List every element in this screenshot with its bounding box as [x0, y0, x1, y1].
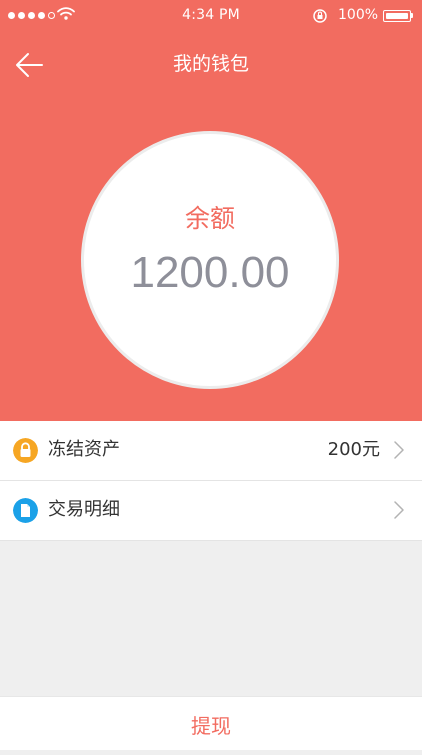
- frozen-assets-value: 200元: [327, 439, 380, 460]
- balance-card: 余额 1200.00: [81, 131, 339, 389]
- chevron-right-icon: [394, 441, 404, 459]
- lock-icon: [13, 438, 38, 463]
- list-item-transaction-details[interactable]: 交易明细: [0, 481, 422, 541]
- balance-label: 余额: [184, 204, 235, 233]
- frozen-assets-label: 冻结资产: [48, 439, 120, 460]
- transaction-details-label: 交易明细: [48, 499, 120, 520]
- battery-tip: [411, 13, 413, 18]
- wallet-menu-list: 冻结资产 200元 交易明细: [0, 421, 422, 541]
- withdraw-button[interactable]: 提现: [0, 697, 422, 751]
- chevron-right-icon: [394, 501, 404, 519]
- battery-percentage: 100%: [338, 7, 379, 23]
- list-item-frozen-assets[interactable]: 冻结资产 200元: [0, 421, 422, 481]
- document-icon: [13, 498, 38, 523]
- status-bar: 4:34 PM 100%: [0, 0, 422, 32]
- balance-amount: 1200.00: [130, 248, 290, 297]
- rotation-lock-icon: [313, 9, 327, 23]
- wallet-header-background: 4:34 PM 100% 我的钱包 余额 1200.00: [0, 0, 422, 421]
- bottom-action-bar: 提现: [0, 696, 422, 750]
- battery-icon: [383, 10, 411, 22]
- page-title: 我的钱包: [172, 53, 249, 75]
